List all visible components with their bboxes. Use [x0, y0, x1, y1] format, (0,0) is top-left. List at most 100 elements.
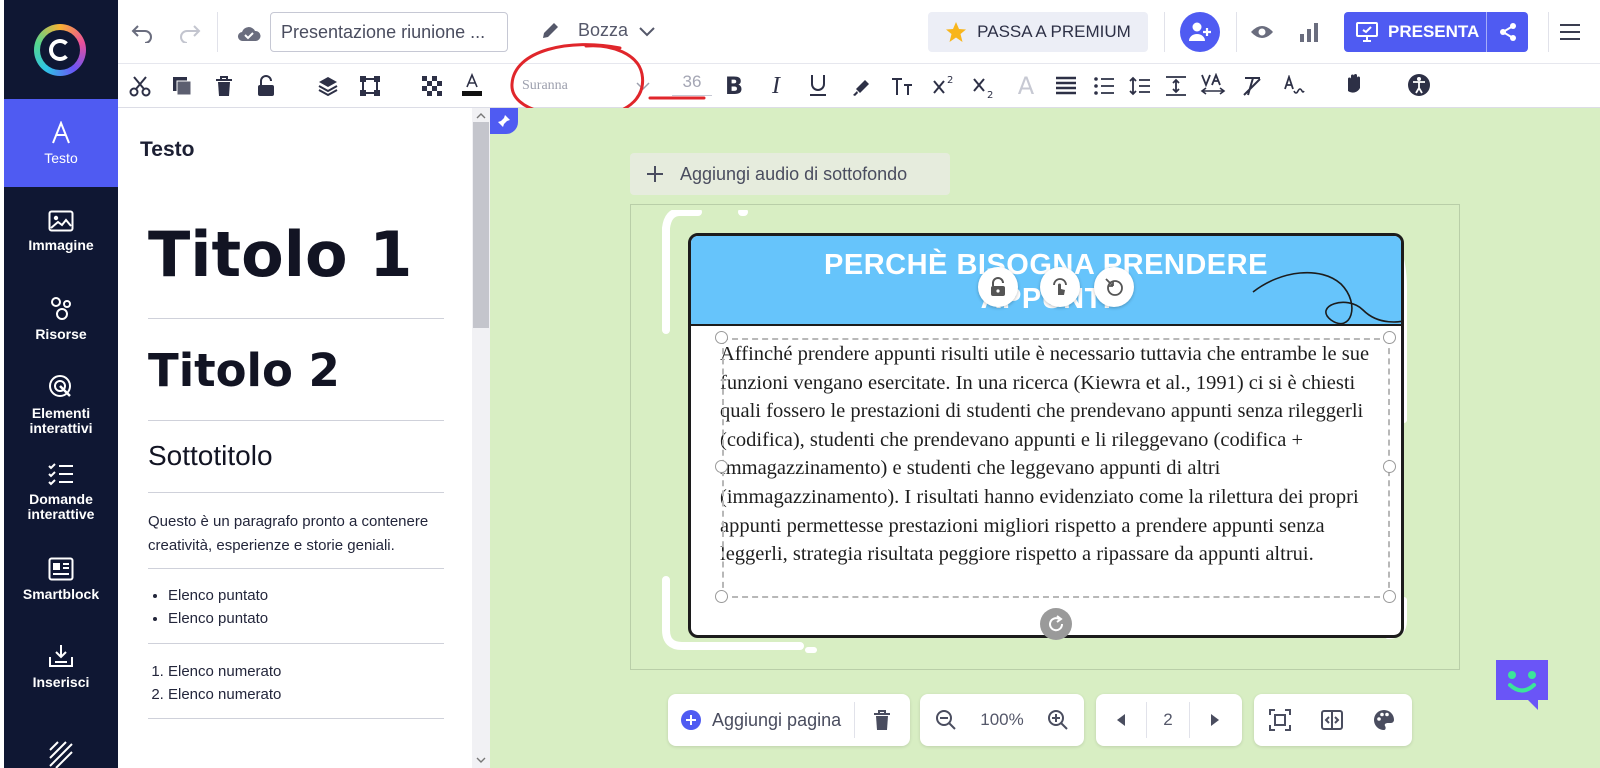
redo-icon[interactable] — [176, 20, 204, 46]
italic-icon[interactable]: I — [764, 73, 788, 99]
numbered-list-style[interactable]: Elenco numerato Elenco numerato — [168, 660, 281, 706]
interactive-questions-icon — [48, 463, 73, 486]
list-item: Elenco numerato — [168, 660, 281, 683]
cut-icon[interactable] — [128, 74, 152, 98]
nav-item-risorse[interactable]: Risorse — [4, 274, 118, 362]
share-button[interactable] — [1486, 12, 1528, 52]
letter-spacing-icon[interactable] — [1200, 72, 1226, 98]
presentation-title-input[interactable] — [270, 12, 508, 52]
delete-page-button[interactable] — [855, 694, 909, 746]
resize-handle[interactable] — [1383, 590, 1396, 603]
interaction-button[interactable] — [1040, 267, 1080, 307]
analytics-icon[interactable] — [1296, 20, 1322, 44]
nav-item-elementi-interattivi[interactable]: Elementi interattivi — [4, 361, 118, 449]
resize-handle[interactable] — [715, 331, 728, 344]
pin-panel-button[interactable] — [490, 108, 518, 134]
present-button[interactable]: PRESENTA — [1344, 12, 1528, 52]
nav-item-label: Elementi interattivi — [29, 405, 93, 436]
accessibility-icon[interactable] — [1406, 72, 1432, 98]
add-page-label: Aggiungi pagina — [712, 709, 842, 730]
nav-item-testo[interactable]: Testo — [4, 99, 118, 187]
resize-handle[interactable] — [715, 460, 728, 473]
present-main-button[interactable]: PRESENTA — [1344, 21, 1486, 43]
resize-handle[interactable] — [1383, 460, 1396, 473]
unlock-icon[interactable] — [254, 74, 278, 98]
duplicate-icon[interactable] — [170, 74, 194, 98]
zoom-in-button[interactable] — [1032, 694, 1084, 746]
text-color-icon[interactable] — [460, 72, 484, 98]
presentation-icon — [1356, 22, 1378, 42]
next-page-button[interactable] — [1190, 694, 1240, 746]
undo-icon[interactable] — [128, 20, 156, 46]
page-number[interactable]: 2 — [1146, 702, 1190, 738]
preview-eye-icon[interactable] — [1248, 22, 1276, 42]
nav-item-inserisci[interactable]: Inserisci — [4, 622, 118, 710]
svg-text:2: 2 — [987, 90, 993, 99]
pattern-icon[interactable] — [48, 740, 74, 768]
animation-button[interactable] — [1094, 267, 1134, 307]
cloud-save-icon[interactable] — [236, 22, 262, 44]
font-size-input[interactable]: 36 — [672, 72, 712, 96]
smartblock-icon — [48, 557, 74, 580]
align-justify-icon[interactable] — [1054, 74, 1078, 98]
resize-handle[interactable] — [715, 590, 728, 603]
superscript-icon[interactable]: 2 — [932, 72, 956, 98]
subtitle-style[interactable]: Sottotitolo — [148, 440, 273, 472]
add-background-audio-button[interactable]: Aggiungi audio di sottofondo — [630, 153, 950, 195]
nav-item-domande-interattive[interactable]: Domande interattive — [4, 448, 118, 536]
lock-element-button[interactable] — [978, 267, 1018, 307]
panel-scroll-thumb[interactable] — [473, 122, 489, 328]
crop-frame-icon[interactable] — [358, 74, 382, 98]
highlighter-icon[interactable] — [850, 74, 874, 98]
text-shadow-icon[interactable]: A — [1014, 72, 1038, 100]
previous-page-button[interactable] — [1096, 694, 1146, 746]
text-icon — [52, 120, 70, 143]
app-logo[interactable] — [34, 24, 86, 76]
paragraph-spacing-icon[interactable] — [1164, 74, 1188, 98]
heading1-style[interactable]: Titolo 1 — [148, 218, 412, 291]
text-case-icon[interactable] — [890, 74, 916, 98]
chat-assistant-icon[interactable] — [1494, 658, 1550, 712]
underline-icon[interactable] — [806, 72, 830, 98]
delete-icon[interactable] — [212, 74, 236, 98]
paragraph-style[interactable]: Questo è un paragrafo pronto a contenere… — [148, 510, 444, 558]
hand-icon[interactable] — [1342, 72, 1368, 98]
insert-icon — [49, 644, 73, 667]
clear-format-icon[interactable] — [1240, 74, 1264, 98]
line-spacing-icon[interactable] — [1128, 74, 1152, 98]
bold-icon[interactable]: B — [722, 72, 746, 100]
status-dropdown[interactable]: Bozza — [540, 20, 656, 41]
transparency-icon[interactable] — [420, 74, 444, 98]
menu-icon[interactable] — [1556, 20, 1584, 44]
resize-handle[interactable] — [1383, 331, 1396, 344]
bullet-list-icon[interactable] — [1092, 74, 1116, 98]
spell-check-icon[interactable] — [1282, 74, 1306, 98]
scroll-down-icon[interactable] — [476, 756, 486, 764]
heading2-style[interactable]: Titolo 2 — [148, 344, 340, 397]
decorative-swirl — [1252, 271, 1401, 325]
theme-palette-button[interactable] — [1358, 694, 1410, 746]
pencil-icon — [543, 22, 558, 38]
fit-screen-button[interactable] — [1254, 694, 1306, 746]
svg-text:2: 2 — [947, 75, 953, 86]
zoom-out-button[interactable] — [920, 694, 972, 746]
scroll-up-icon[interactable] — [476, 112, 486, 120]
subscript-icon[interactable]: 2 — [972, 74, 996, 100]
bullet-list-style[interactable]: Elenco puntato Elenco puntato — [168, 584, 268, 630]
plus-icon — [647, 166, 663, 182]
upgrade-premium-button[interactable]: PASSA A PREMIUM — [928, 12, 1148, 52]
font-family-select[interactable]: Suranna — [522, 74, 650, 98]
slide-body-text[interactable]: Affinché prendere appunti risulti utile … — [720, 340, 1390, 569]
present-label: PRESENTA — [1388, 22, 1480, 41]
split-view-button[interactable] — [1306, 694, 1358, 746]
nav-item-immagine[interactable]: Immagine — [4, 187, 118, 275]
layers-icon[interactable] — [316, 74, 340, 98]
add-page-button[interactable]: Aggiungi pagina — [668, 694, 854, 746]
rotate-handle[interactable] — [1040, 608, 1072, 640]
plus-circle-icon — [681, 710, 701, 730]
resources-icon — [51, 296, 71, 320]
add-collaborator-button[interactable] — [1180, 12, 1220, 52]
zoom-level[interactable]: 100% — [972, 694, 1032, 746]
nav-item-smartblock[interactable]: Smartblock — [4, 535, 118, 623]
page-actions-group: Aggiungi pagina — [668, 694, 910, 746]
